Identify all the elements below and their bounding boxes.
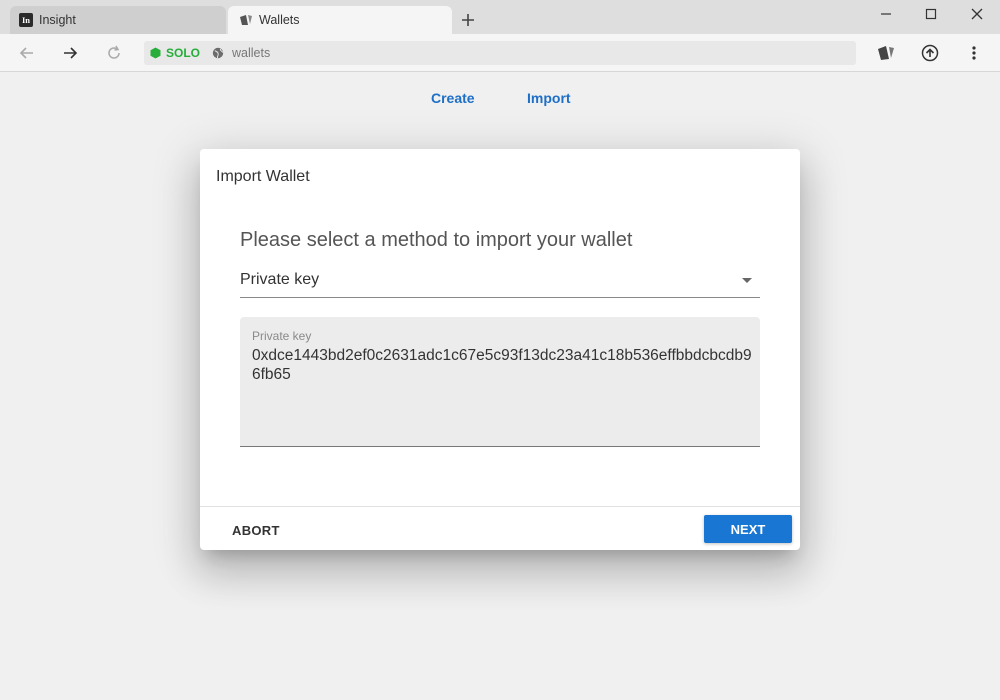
tab-title: Wallets <box>259 13 300 27</box>
new-tab-button[interactable] <box>458 10 478 30</box>
wallet-extension-button[interactable] <box>875 42 897 64</box>
forward-button[interactable] <box>59 42 81 64</box>
tab-wallets[interactable]: Wallets <box>228 6 452 34</box>
create-link[interactable]: Create <box>431 90 475 106</box>
upload-circle-icon <box>921 44 939 62</box>
import-method-select[interactable]: Private key <box>240 267 760 298</box>
dialog-divider <box>200 506 800 507</box>
wallets-favicon-icon <box>239 13 253 27</box>
tab-title: Insight <box>39 13 76 27</box>
insight-favicon-icon: In <box>19 13 33 27</box>
network-badge: SOLO <box>166 46 201 60</box>
maximize-icon <box>925 8 937 20</box>
arrow-left-icon <box>19 47 33 59</box>
import-method-value: Private key <box>240 271 320 288</box>
arrow-right-icon <box>64 47 78 59</box>
close-icon <box>971 8 983 20</box>
browser-toolbar: SOLO wallets <box>0 34 1000 72</box>
private-key-label: Private key <box>252 329 312 343</box>
url-text: wallets <box>232 46 271 60</box>
address-bar[interactable]: SOLO wallets <box>144 41 856 65</box>
tab-strip: In Insight Wallets <box>0 0 1000 34</box>
next-button[interactable]: NEXT <box>704 515 792 543</box>
dialog-heading: Please select a method to import your wa… <box>240 229 633 251</box>
dialog-title: Import Wallet <box>216 168 310 185</box>
tab-insight[interactable]: In Insight <box>10 6 226 34</box>
private-key-textarea[interactable]: Private key 0xdce1443bd2ef0c2631adc1c67e… <box>240 317 760 447</box>
plus-icon <box>462 14 474 26</box>
import-wallet-dialog: Import Wallet Please select a method to … <box>200 149 800 550</box>
dropdown-arrow-icon <box>742 278 752 283</box>
menu-button[interactable] <box>963 42 985 64</box>
update-button[interactable] <box>919 42 941 64</box>
maximize-button[interactable] <box>920 4 942 24</box>
minimize-button[interactable] <box>875 4 897 24</box>
close-window-button[interactable] <box>966 4 988 24</box>
back-button[interactable] <box>16 42 38 64</box>
reload-button[interactable] <box>103 42 125 64</box>
private-key-value: 0xdce1443bd2ef0c2631adc1c67e5c93f13dc23a… <box>252 347 752 383</box>
network-hexagon-icon <box>149 47 161 59</box>
reload-icon <box>108 45 120 59</box>
minimize-icon <box>881 13 891 15</box>
globe-icon <box>212 47 224 59</box>
import-link[interactable]: Import <box>527 90 571 106</box>
abort-button[interactable]: ABORT <box>232 523 280 538</box>
more-vert-icon <box>972 46 976 60</box>
wallet-extension-icon <box>878 46 894 60</box>
